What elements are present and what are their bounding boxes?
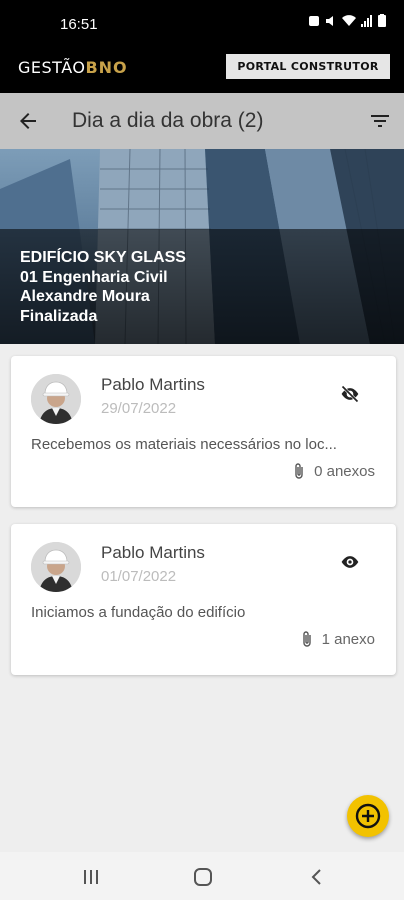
- diary-entry-card[interactable]: Pablo Martins 29/07/2022 Recebemos os ma…: [11, 356, 396, 507]
- system-navigation-bar: [0, 852, 404, 900]
- mute-icon: [326, 15, 333, 26]
- status-icons: [308, 14, 386, 27]
- project-responsible: Alexandre Moura: [20, 288, 150, 305]
- back-arrow-icon[interactable]: [16, 109, 40, 133]
- home-icon[interactable]: [191, 866, 215, 888]
- attachments-count: 1 anexo: [321, 630, 375, 648]
- attachments[interactable]: 1 anexo: [300, 630, 375, 648]
- entry-date: 01/07/2022: [101, 568, 177, 585]
- entry-text: Recebemos os materiais necessários no lo…: [31, 436, 337, 453]
- add-circle-icon: [355, 803, 381, 829]
- logo-text-accent: BNO: [85, 58, 128, 77]
- status-time: 16:51: [60, 16, 98, 33]
- paperclip-icon: [302, 631, 311, 647]
- avatar: [31, 542, 81, 592]
- author-name: Pablo Martins: [101, 543, 205, 562]
- author-name: Pablo Martins: [101, 375, 205, 394]
- page-title: Dia a dia da obra (2): [72, 109, 264, 132]
- add-entry-button[interactable]: [347, 795, 389, 837]
- signal-icon: [361, 14, 372, 27]
- wifi-icon: [342, 14, 356, 26]
- recent-apps-icon[interactable]: [79, 866, 103, 888]
- eye-icon[interactable]: [340, 552, 360, 572]
- avatar: [31, 374, 81, 424]
- project-status: Finalizada: [20, 307, 98, 325]
- attachments[interactable]: 0 anexos: [292, 462, 375, 480]
- project-name: EDIFÍCIO SKY GLASS: [20, 249, 186, 266]
- entry-date: 29/07/2022: [101, 400, 177, 417]
- back-nav-icon[interactable]: [305, 866, 329, 888]
- entry-text: Iniciamos a fundação do edifício: [31, 604, 246, 621]
- diary-entry-card[interactable]: Pablo Martins 01/07/2022 Iniciamos a fun…: [11, 524, 396, 675]
- toolbar: Dia a dia da obra (2): [0, 93, 404, 149]
- app-header: GESTÃOBNO PORTAL CONSTRUTOR: [0, 48, 404, 93]
- eye-off-icon[interactable]: [340, 384, 360, 404]
- notification-icon: [309, 15, 319, 26]
- paperclip-icon: [295, 463, 303, 479]
- status-bar: 16:51: [0, 0, 404, 48]
- project-banner: EDIFÍCIO SKY GLASS 01 Engenharia Civil A…: [0, 149, 404, 344]
- app-logo: GESTÃOBNO: [18, 58, 128, 77]
- filter-icon[interactable]: [368, 109, 392, 133]
- attachments-count: 0 anexos: [314, 462, 375, 480]
- project-company: 01 Engenharia Civil: [20, 268, 168, 286]
- project-info: EDIFÍCIO SKY GLASS 01 Engenharia Civil A…: [20, 248, 186, 326]
- logo-text: GESTÃO: [18, 58, 86, 77]
- portal-construtor-button[interactable]: PORTAL CONSTRUTOR: [226, 54, 390, 79]
- battery-icon: [378, 14, 386, 27]
